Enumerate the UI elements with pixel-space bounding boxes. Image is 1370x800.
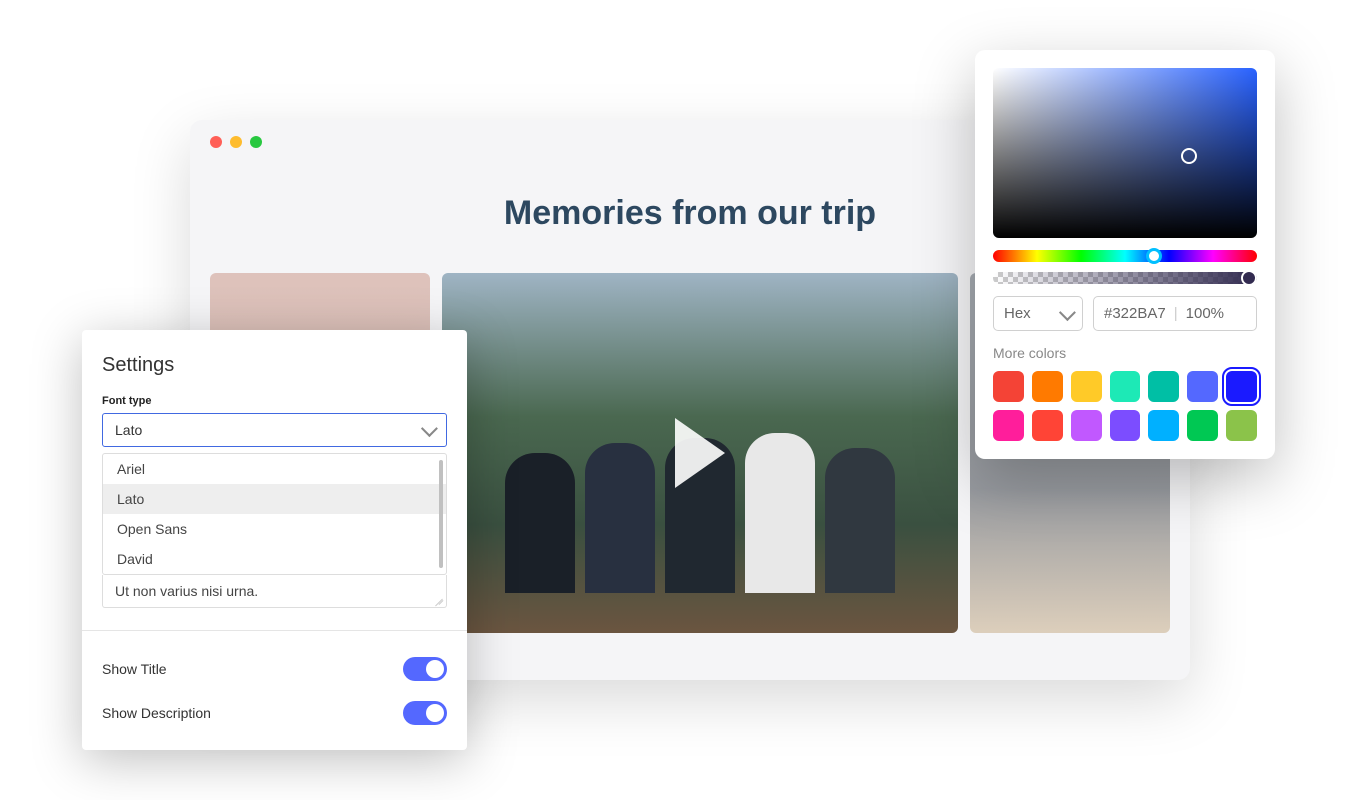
font-option[interactable]: David (103, 544, 446, 574)
color-hex-input[interactable]: #322BA7 | 100% (1093, 296, 1257, 331)
settings-title: Settings (102, 354, 447, 377)
swatch-grid (993, 371, 1257, 441)
color-swatch[interactable] (1110, 371, 1141, 402)
hex-value: #322BA7 (1104, 305, 1166, 322)
alpha-slider[interactable] (993, 272, 1257, 284)
color-value-row: Hex #322BA7 | 100% (993, 296, 1257, 331)
color-format-value: Hex (1004, 305, 1031, 322)
divider (82, 630, 467, 631)
opacity-value: 100% (1186, 305, 1224, 322)
color-cursor[interactable] (1181, 148, 1197, 164)
font-option[interactable]: Open Sans (103, 514, 446, 544)
font-type-label: Font type (102, 395, 447, 407)
color-format-select[interactable]: Hex (993, 296, 1083, 331)
toggle-row-show-description: Show Description (102, 691, 447, 735)
color-swatch[interactable] (1187, 371, 1218, 402)
color-swatch[interactable] (993, 371, 1024, 402)
scrollbar[interactable] (439, 460, 443, 568)
color-swatch[interactable] (1187, 410, 1218, 441)
color-swatch[interactable] (1032, 371, 1063, 402)
resize-handle-icon[interactable] (434, 595, 444, 605)
color-swatch[interactable] (1071, 410, 1102, 441)
show-description-toggle[interactable] (403, 701, 447, 725)
show-title-toggle[interactable] (403, 657, 447, 681)
color-swatch[interactable] (1226, 410, 1257, 441)
color-picker-panel: Hex #322BA7 | 100% More colors (975, 50, 1275, 459)
font-type-select[interactable]: Lato (102, 413, 447, 447)
color-swatch[interactable] (1148, 371, 1179, 402)
description-value: Ut non varius nisi urna. (115, 583, 258, 599)
hue-thumb[interactable] (1146, 248, 1162, 264)
alpha-thumb[interactable] (1241, 270, 1257, 286)
chevron-down-icon (421, 420, 438, 437)
window-minimize-icon[interactable] (230, 136, 242, 148)
more-colors-label: More colors (993, 345, 1257, 361)
description-textarea[interactable]: Ut non varius nisi urna. (102, 575, 447, 608)
font-option[interactable]: Ariel (103, 454, 446, 484)
color-swatch[interactable] (1148, 410, 1179, 441)
window-close-icon[interactable] (210, 136, 222, 148)
hue-slider[interactable] (993, 250, 1257, 262)
color-saturation-field[interactable] (993, 68, 1257, 238)
color-swatch[interactable] (993, 410, 1024, 441)
color-swatch[interactable] (1071, 371, 1102, 402)
toggle-label: Show Title (102, 661, 167, 677)
font-option[interactable]: Lato (103, 484, 446, 514)
chevron-down-icon (1059, 304, 1076, 321)
play-icon[interactable] (675, 418, 725, 488)
color-swatch[interactable] (1226, 371, 1257, 402)
font-type-dropdown: Ariel Lato Open Sans David (102, 453, 447, 575)
font-type-value: Lato (115, 422, 142, 438)
window-maximize-icon[interactable] (250, 136, 262, 148)
toggle-row-show-title: Show Title (102, 647, 447, 691)
toggle-label: Show Description (102, 705, 211, 721)
color-swatch[interactable] (1032, 410, 1063, 441)
gallery-item-current[interactable] (442, 273, 958, 633)
separator: | (1174, 305, 1178, 322)
color-swatch[interactable] (1110, 410, 1141, 441)
settings-panel: Settings Font type Lato Ariel Lato Open … (82, 330, 467, 750)
